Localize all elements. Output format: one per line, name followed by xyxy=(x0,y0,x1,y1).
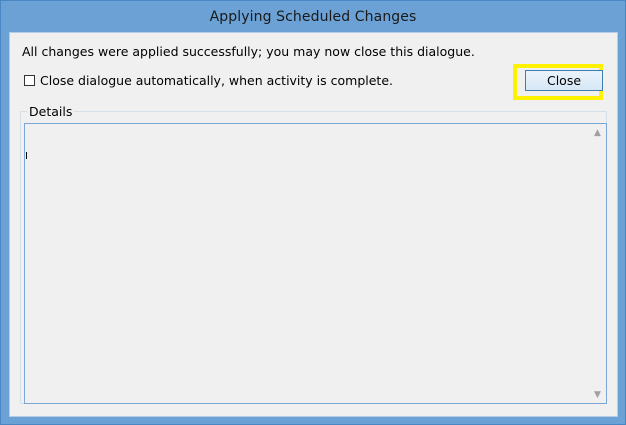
details-textbox[interactable]: ▲ ▼ xyxy=(24,123,607,404)
auto-close-option[interactable]: Close dialogue automatically, when activ… xyxy=(24,73,393,88)
text-caret xyxy=(26,152,27,159)
auto-close-label: Close dialogue automatically, when activ… xyxy=(40,73,393,88)
status-message: All changes were applied successfully; y… xyxy=(22,44,475,59)
details-label: Details xyxy=(27,104,75,119)
dialog-window: Applying Scheduled Changes All changes w… xyxy=(0,0,626,425)
chevron-up-icon[interactable]: ▲ xyxy=(589,124,606,141)
window-title: Applying Scheduled Changes xyxy=(209,9,417,25)
title-bar[interactable]: Applying Scheduled Changes xyxy=(1,1,625,33)
details-scrollbar[interactable]: ▲ ▼ xyxy=(589,124,606,403)
details-group: Details ▲ ▼ xyxy=(20,104,607,404)
chevron-down-icon[interactable]: ▼ xyxy=(589,386,606,403)
dialog-body: All changes were applied successfully; y… xyxy=(9,32,618,417)
close-button[interactable]: Close xyxy=(525,70,603,91)
auto-close-checkbox[interactable] xyxy=(24,75,35,86)
